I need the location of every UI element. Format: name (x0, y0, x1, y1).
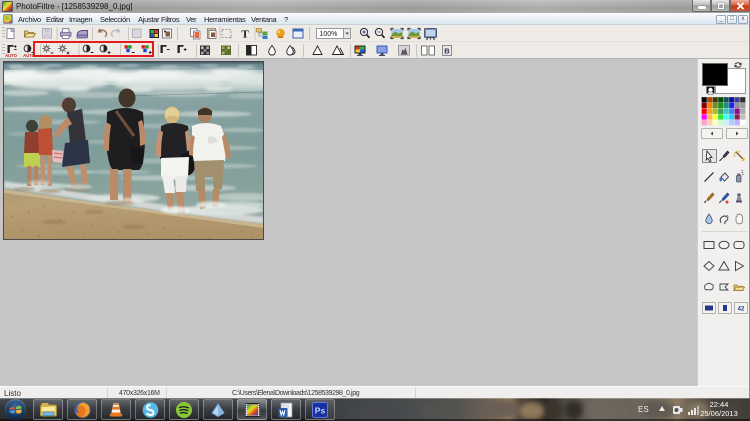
svg-text:Ps: Ps (315, 406, 326, 416)
svg-text:T: T (241, 29, 249, 41)
svg-text:100%: 100% (320, 31, 338, 38)
svg-text:42: 42 (738, 307, 745, 313)
svg-text:B: B (444, 47, 450, 56)
